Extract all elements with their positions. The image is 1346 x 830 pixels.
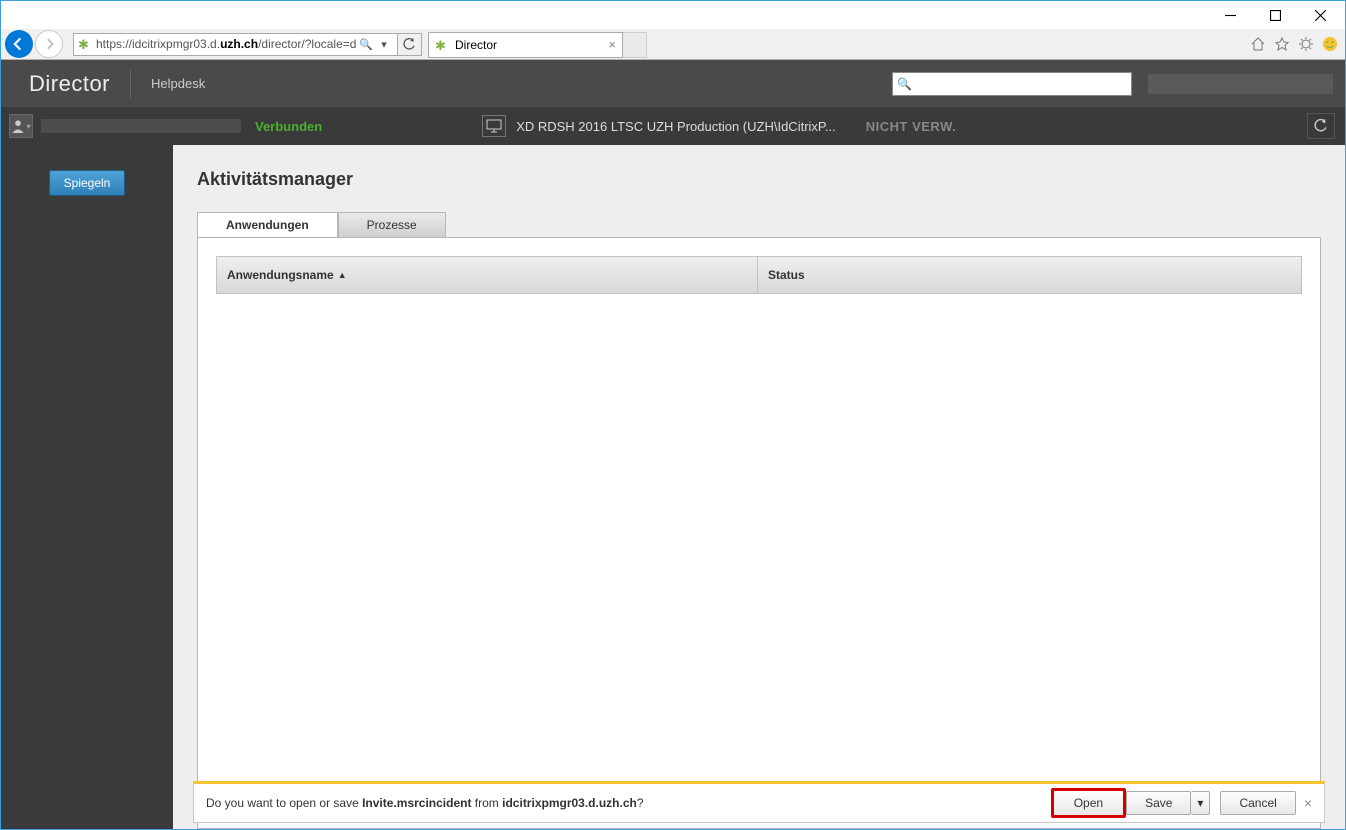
user-name-redacted: [41, 119, 241, 133]
table-header: Anwendungsname▲ Status: [216, 256, 1302, 294]
helpdesk-link[interactable]: Helpdesk: [151, 76, 205, 91]
download-bar: Do you want to open or save Invite.msrci…: [193, 781, 1325, 823]
citrix-favicon-icon: [78, 37, 92, 51]
context-bar: ▾ Verbunden XD RDSH 2016 LTSC UZH Produc…: [1, 107, 1345, 145]
tab-close-icon[interactable]: ×: [608, 37, 616, 52]
window-close-button[interactable]: [1298, 3, 1343, 27]
browser-tab-director[interactable]: Director ×: [428, 32, 623, 58]
header-search-input[interactable]: 🔍: [892, 72, 1132, 96]
tab-processes[interactable]: Prozesse: [338, 212, 446, 238]
user-icon[interactable]: ▾: [9, 114, 33, 138]
download-save-dropdown[interactable]: ▾: [1191, 791, 1210, 815]
main-content: Aktivitätsmanager Anwendungen Prozesse A…: [173, 145, 1345, 829]
column-header-name[interactable]: Anwendungsname▲: [217, 268, 757, 282]
browser-tabs: Director ×: [428, 31, 647, 58]
browser-back-button[interactable]: [5, 30, 33, 58]
search-icon: 🔍: [897, 77, 912, 91]
address-bar[interactable]: https://idcitrixpmgr03.d.uzh.ch/director…: [73, 33, 398, 56]
smiley-icon[interactable]: [1321, 35, 1339, 53]
browser-forward-button[interactable]: [35, 30, 63, 58]
download-message: Do you want to open or save Invite.msrci…: [206, 796, 1051, 810]
window-titlebar: [1, 1, 1345, 29]
machine-name[interactable]: XD RDSH 2016 LTSC UZH Production (UZH\Id…: [516, 119, 836, 134]
window-maximize-button[interactable]: [1253, 3, 1298, 27]
download-cancel-button[interactable]: Cancel: [1220, 791, 1295, 815]
app-logo: Director: [29, 71, 110, 97]
refresh-button[interactable]: [1307, 113, 1335, 139]
download-close-icon[interactable]: ×: [1304, 795, 1312, 811]
citrix-favicon-icon: [435, 38, 449, 52]
browser-toolbar: https://idcitrixpmgr03.d.uzh.ch/director…: [1, 29, 1345, 60]
favorites-icon[interactable]: [1273, 35, 1291, 53]
tab-label: Director: [455, 38, 497, 52]
download-open-button[interactable]: Open: [1051, 788, 1126, 818]
divider: [130, 70, 131, 98]
url-text: https://idcitrixpmgr03.d.uzh.ch/director…: [96, 37, 357, 51]
applications-panel: Anwendungsname▲ Status: [197, 237, 1321, 829]
sidebar: Spiegeln: [1, 145, 173, 829]
sort-asc-icon: ▲: [338, 270, 347, 280]
content-tabs: Anwendungen Prozesse: [197, 212, 1321, 238]
search-icon[interactable]: 🔍: [357, 38, 375, 51]
not-managed-label: NICHT VERW.: [866, 119, 957, 134]
column-header-status[interactable]: Status: [757, 257, 1301, 293]
app-header: Director Helpdesk 🔍: [1, 60, 1345, 107]
monitor-icon[interactable]: [482, 115, 506, 137]
window-minimize-button[interactable]: [1208, 3, 1253, 27]
browser-refresh-button[interactable]: [398, 33, 422, 56]
tab-applications[interactable]: Anwendungen: [197, 212, 338, 238]
home-icon[interactable]: [1249, 35, 1267, 53]
mirror-button[interactable]: Spiegeln: [49, 170, 126, 196]
tools-icon[interactable]: [1297, 35, 1315, 53]
page-title: Aktivitätsmanager: [197, 169, 1321, 190]
dropdown-icon[interactable]: ▾: [375, 38, 393, 51]
download-save-button[interactable]: Save: [1126, 791, 1191, 815]
connection-status: Verbunden: [255, 119, 322, 134]
header-user-menu[interactable]: [1148, 74, 1333, 94]
new-tab-button[interactable]: [623, 32, 647, 58]
